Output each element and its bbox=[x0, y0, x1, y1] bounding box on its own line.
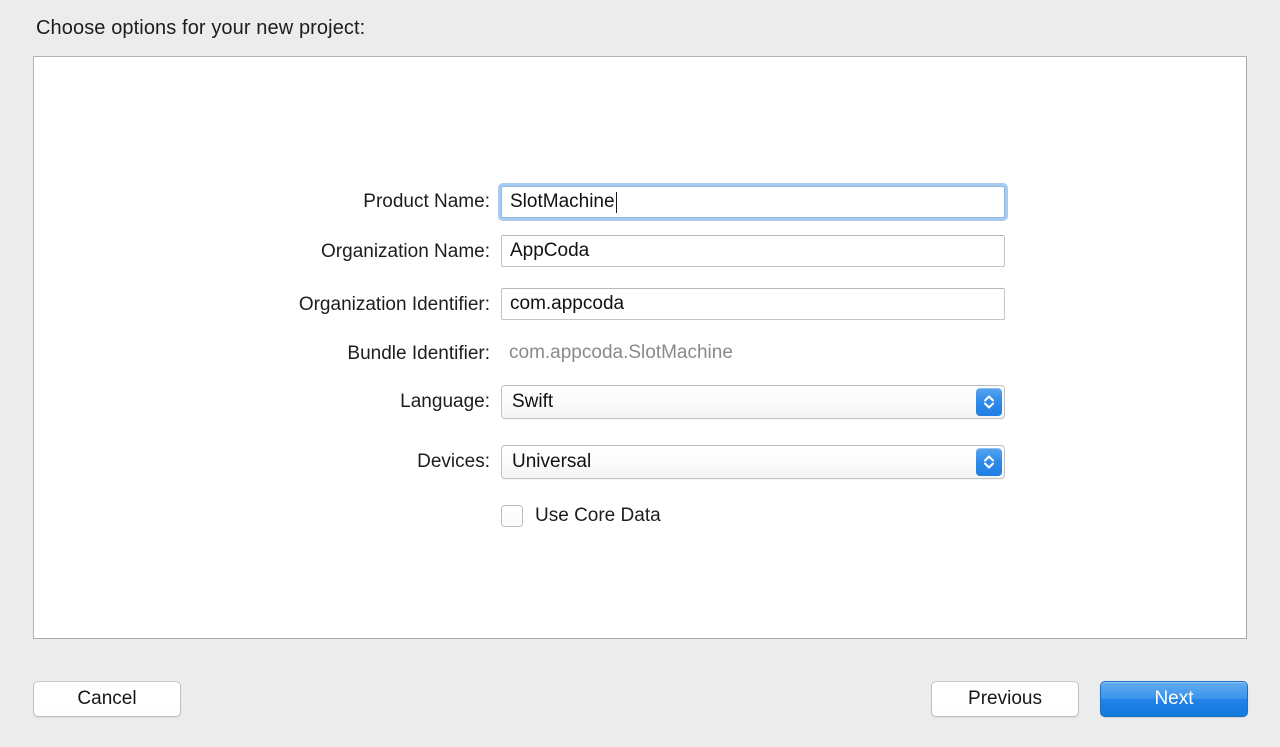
new-project-options-dialog: Choose options for your new project: Pro… bbox=[0, 0, 1280, 747]
organization-identifier-input[interactable]: com.appcoda bbox=[501, 288, 1005, 320]
use-core-data-checkbox[interactable] bbox=[501, 505, 523, 527]
organization-name-value: AppCoda bbox=[510, 240, 590, 261]
form-row-language: Language: Swift bbox=[0, 385, 1280, 419]
devices-field-wrap: Universal bbox=[501, 445, 1005, 479]
devices-select[interactable]: Universal bbox=[501, 445, 1005, 479]
product-name-value: SlotMachine bbox=[510, 191, 615, 212]
organization-name-field-wrap: AppCoda bbox=[501, 235, 1005, 267]
bundle-identifier-value: com.appcoda.SlotMachine bbox=[509, 342, 733, 363]
organization-name-input[interactable]: AppCoda bbox=[501, 235, 1005, 267]
language-select[interactable]: Swift bbox=[501, 385, 1005, 419]
cancel-button[interactable]: Cancel bbox=[33, 681, 181, 717]
product-name-field-wrap: SlotMachine bbox=[501, 186, 1005, 218]
bundle-identifier-field-wrap: com.appcoda.SlotMachine bbox=[501, 337, 733, 369]
stepper-up-down-icon[interactable] bbox=[976, 388, 1002, 416]
language-selected-value: Swift bbox=[512, 391, 554, 412]
use-core-data-label: Use Core Data bbox=[535, 505, 661, 526]
bundle-identifier-label: Bundle Identifier: bbox=[347, 343, 490, 364]
product-name-input[interactable]: SlotMachine bbox=[501, 186, 1005, 218]
form-row-product-name: Product Name: SlotMachine bbox=[0, 182, 1280, 222]
page-title: Choose options for your new project: bbox=[36, 17, 366, 39]
organization-identifier-value: com.appcoda bbox=[510, 293, 625, 314]
devices-label: Devices: bbox=[417, 451, 490, 472]
organization-identifier-field-wrap: com.appcoda bbox=[501, 288, 1005, 320]
organization-identifier-label: Organization Identifier: bbox=[298, 294, 490, 315]
product-name-label: Product Name: bbox=[363, 191, 490, 212]
language-field-wrap: Swift bbox=[501, 385, 1005, 419]
language-label: Language: bbox=[400, 391, 490, 412]
stepper-up-down-icon[interactable] bbox=[976, 448, 1002, 476]
previous-button[interactable]: Previous bbox=[931, 681, 1079, 717]
form-row-devices: Devices: Universal bbox=[0, 445, 1280, 479]
form-row-bundle-identifier: Bundle Identifier: com.appcoda.SlotMachi… bbox=[0, 337, 1280, 371]
next-button[interactable]: Next bbox=[1100, 681, 1248, 717]
text-caret bbox=[615, 191, 617, 213]
organization-name-label: Organization Name: bbox=[321, 241, 490, 262]
form-row-organization-identifier: Organization Identifier: com.appcoda bbox=[0, 288, 1280, 322]
devices-selected-value: Universal bbox=[512, 451, 592, 472]
use-core-data-checkbox-row[interactable]: Use Core Data bbox=[501, 505, 661, 527]
form-row-organization-name: Organization Name: AppCoda bbox=[0, 235, 1280, 269]
